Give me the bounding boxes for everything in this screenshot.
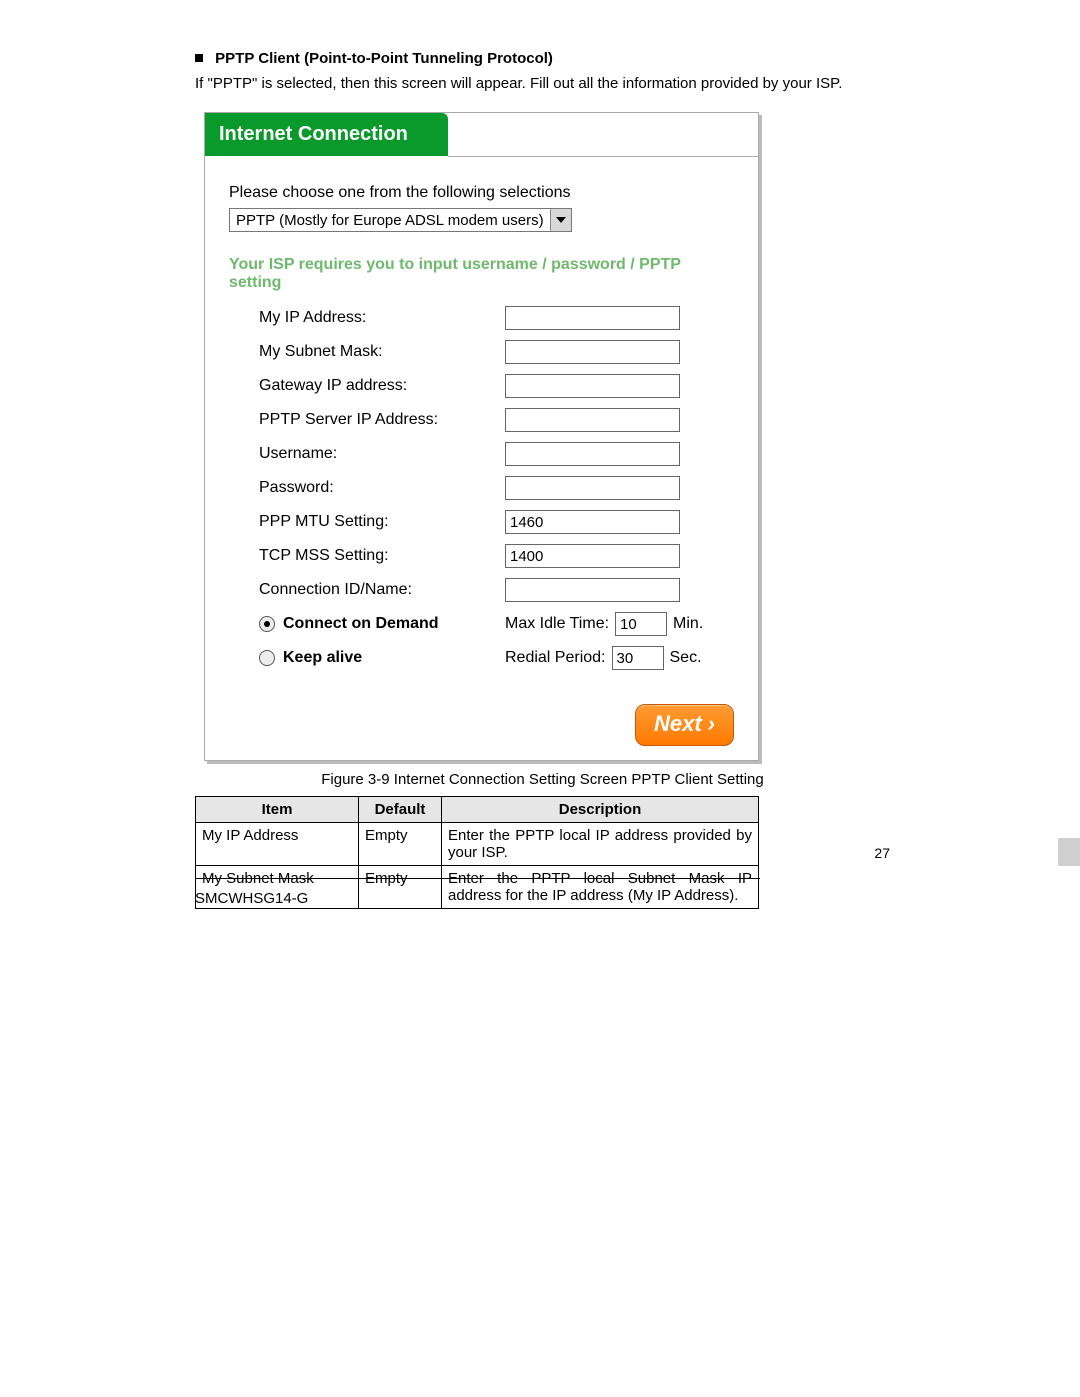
gateway-label: Gateway IP address: bbox=[259, 377, 489, 395]
max-idle-unit: Min. bbox=[673, 615, 703, 633]
subnet-input[interactable] bbox=[505, 340, 680, 364]
ppp-mtu-input[interactable] bbox=[505, 510, 680, 534]
chevron-right-icon: › bbox=[708, 711, 715, 737]
connect-on-demand-label: Connect on Demand bbox=[283, 615, 439, 633]
table-header: Description bbox=[442, 797, 759, 823]
figure-caption: Figure 3-9 Internet Connection Setting S… bbox=[195, 771, 890, 788]
tcp-mss-label: TCP MSS Setting: bbox=[259, 547, 489, 565]
pptp-server-label: PPTP Server IP Address: bbox=[259, 411, 489, 429]
ppp-mtu-label: PPP MTU Setting: bbox=[259, 513, 489, 531]
username-label: Username: bbox=[259, 445, 489, 463]
section-heading: PPTP Client (Point-to-Point Tunneling Pr… bbox=[195, 50, 890, 67]
max-idle-label: Max Idle Time: bbox=[505, 615, 609, 633]
chevron-down-icon[interactable] bbox=[550, 209, 571, 231]
conn-id-label: Connection ID/Name: bbox=[259, 581, 489, 599]
table-header: Item bbox=[196, 797, 359, 823]
table-cell: Enter the PPTP local Subnet Mask IP addr… bbox=[442, 866, 759, 909]
redial-period-input[interactable] bbox=[612, 646, 664, 670]
bullet-icon bbox=[195, 54, 203, 62]
keep-alive-radio[interactable]: Keep alive bbox=[259, 649, 489, 667]
radio-icon bbox=[259, 650, 275, 666]
gateway-input[interactable] bbox=[505, 374, 680, 398]
my-ip-label: My IP Address: bbox=[259, 309, 489, 327]
table-cell: Empty bbox=[359, 823, 442, 866]
select-value: PPTP (Mostly for Europe ADSL modem users… bbox=[230, 209, 550, 231]
footer-divider bbox=[195, 878, 760, 879]
max-idle-input[interactable] bbox=[615, 612, 667, 636]
panel-title: Internet Connection bbox=[205, 113, 448, 156]
table-header: Default bbox=[359, 797, 442, 823]
tcp-mss-input[interactable] bbox=[505, 544, 680, 568]
footer-model-id: SMCWHSG14-G bbox=[195, 890, 308, 907]
keep-alive-label: Keep alive bbox=[283, 649, 362, 667]
internet-connection-panel: Internet Connection Please choose one fr… bbox=[204, 112, 759, 761]
password-label: Password: bbox=[259, 479, 489, 497]
next-button[interactable]: Next › bbox=[635, 704, 734, 746]
redial-period-label: Redial Period: bbox=[505, 649, 606, 667]
page-edge-marker bbox=[1058, 838, 1080, 866]
my-ip-input[interactable] bbox=[505, 306, 680, 330]
redial-period-unit: Sec. bbox=[670, 649, 702, 667]
isp-note: Your ISP requires you to input username … bbox=[229, 256, 734, 292]
username-input[interactable] bbox=[505, 442, 680, 466]
intro-text: If "PPTP" is selected, then this screen … bbox=[195, 75, 890, 92]
page-number: 27 bbox=[874, 845, 890, 861]
table-cell: My IP Address bbox=[196, 823, 359, 866]
select-prompt: Please choose one from the following sel… bbox=[229, 184, 734, 202]
conn-id-input[interactable] bbox=[505, 578, 680, 602]
table-cell: Empty bbox=[359, 866, 442, 909]
connect-on-demand-radio[interactable]: Connect on Demand bbox=[259, 615, 489, 633]
radio-icon bbox=[259, 616, 275, 632]
subnet-label: My Subnet Mask: bbox=[259, 343, 489, 361]
table-row: My IP Address Empty Enter the PPTP local… bbox=[196, 823, 759, 866]
heading-text: PPTP Client (Point-to-Point Tunneling Pr… bbox=[215, 50, 553, 67]
connection-type-select[interactable]: PPTP (Mostly for Europe ADSL modem users… bbox=[229, 208, 572, 232]
next-button-label: Next bbox=[654, 711, 702, 737]
password-input[interactable] bbox=[505, 476, 680, 500]
table-cell: Enter the PPTP local IP address provided… bbox=[442, 823, 759, 866]
pptp-server-input[interactable] bbox=[505, 408, 680, 432]
